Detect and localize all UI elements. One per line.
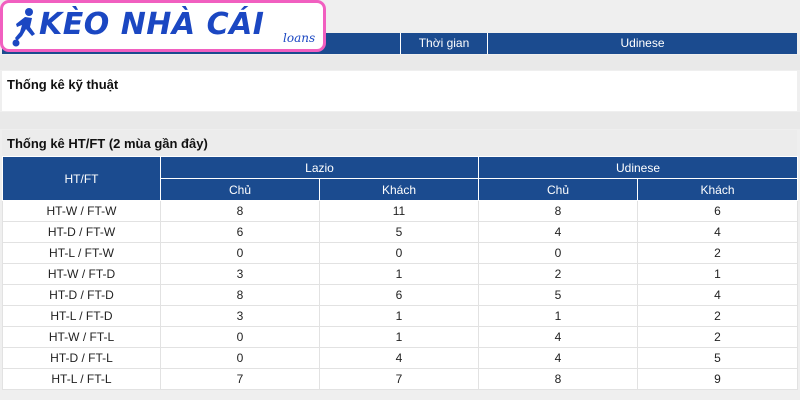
team2-home-header: Chủ	[478, 178, 638, 201]
cell: 8	[478, 368, 638, 390]
cell: 6	[319, 284, 479, 306]
technical-stats-title: Thống kê kỹ thuật	[7, 77, 119, 92]
cell: 8	[160, 200, 320, 222]
cell: 4	[637, 284, 798, 306]
row-label: HT-L / FT-D	[2, 305, 161, 327]
htft-table: HT/FT Lazio Udinese Chủ Khách Chủ Khách …	[2, 156, 798, 390]
table-row: HT-W / FT-D 3 1 2 1	[2, 263, 798, 285]
soccer-player-icon	[12, 8, 35, 47]
cell: 2	[637, 326, 798, 348]
cell: 1	[319, 326, 479, 348]
cell: 7	[319, 368, 479, 390]
cell: 4	[478, 326, 638, 348]
cell: 8	[160, 284, 320, 306]
table-row: HT-L / FT-D 3 1 1 2	[2, 305, 798, 327]
cell: 8	[478, 200, 638, 222]
cell: 0	[319, 242, 479, 264]
cell: 3	[160, 263, 320, 285]
table-row: HT-L / FT-L 7 7 8 9	[2, 368, 798, 390]
cell: 0	[160, 347, 320, 369]
cell: 1	[319, 305, 479, 327]
cell: 11	[319, 200, 479, 222]
table-row: HT-D / FT-L 0 4 4 5	[2, 347, 798, 369]
row-label: HT-W / FT-W	[2, 200, 161, 222]
row-label: HT-L / FT-W	[2, 242, 161, 264]
table-row: HT-W / FT-L 0 1 4 2	[2, 326, 798, 348]
htft-stats-title: Thống kê HT/FT (2 mùa gần đây)	[7, 136, 208, 151]
cell: 1	[319, 263, 479, 285]
section-gap	[0, 112, 800, 129]
cell: 4	[478, 347, 638, 369]
row-label: HT-D / FT-D	[2, 284, 161, 306]
team1-home-header: Chủ	[160, 178, 320, 201]
table-row: HT-L / FT-W 0 0 0 2	[2, 242, 798, 264]
cell: 7	[160, 368, 320, 390]
cell: 4	[637, 221, 798, 243]
logo-subtext: loans	[283, 31, 316, 45]
cell: 1	[478, 305, 638, 327]
table-row: HT-D / FT-W 6 5 4 4	[2, 221, 798, 243]
cell: 0	[160, 326, 320, 348]
htft-corner-header: HT/FT	[2, 156, 161, 201]
cell: 6	[160, 221, 320, 243]
cell: 9	[637, 368, 798, 390]
site-logo[interactable]: KÈO NHÀ CÁI loans	[0, 0, 326, 52]
team2-away-header: Khách	[637, 178, 798, 201]
cell: 5	[319, 221, 479, 243]
row-label: HT-W / FT-D	[2, 263, 161, 285]
row-label: HT-D / FT-L	[2, 347, 161, 369]
cell: 5	[478, 284, 638, 306]
cell: 5	[637, 347, 798, 369]
top-header-time: Thời gian	[400, 33, 487, 54]
table-row: HT-D / FT-D 8 6 5 4	[2, 284, 798, 306]
row-label: HT-L / FT-L	[2, 368, 161, 390]
cell: 4	[319, 347, 479, 369]
team1-away-header: Khách	[319, 178, 479, 201]
cell: 2	[637, 305, 798, 327]
cell: 2	[478, 263, 638, 285]
section-gap	[0, 55, 800, 70]
technical-stats-section: Thống kê kỹ thuật	[2, 71, 797, 111]
cell: 0	[478, 242, 638, 264]
team2-header: Udinese	[478, 156, 798, 179]
cell: 3	[160, 305, 320, 327]
cell: 0	[160, 242, 320, 264]
top-header-team: Udinese	[487, 33, 797, 54]
logo-text: KÈO NHÀ CÁI	[39, 7, 265, 42]
cell: 6	[637, 200, 798, 222]
table-row: HT-W / FT-W 8 11 8 6	[2, 200, 798, 222]
team1-header: Lazio	[160, 156, 479, 179]
cell: 2	[637, 242, 798, 264]
row-label: HT-W / FT-L	[2, 326, 161, 348]
htft-section-header: Thống kê HT/FT (2 mùa gần đây)	[2, 130, 797, 156]
row-label: HT-D / FT-W	[2, 221, 161, 243]
cell: 1	[637, 263, 798, 285]
cell: 4	[478, 221, 638, 243]
